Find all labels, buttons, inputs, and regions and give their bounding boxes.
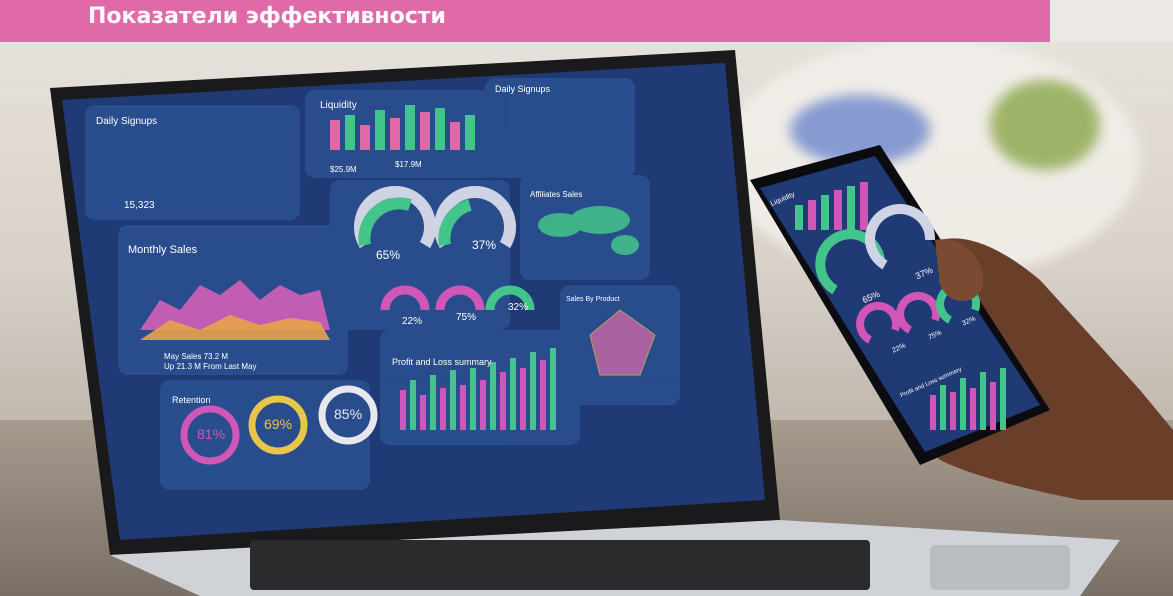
page-title: Показатели эффективности [88, 4, 446, 29]
header-right-panel [1050, 0, 1173, 42]
phone-and-hand [750, 145, 1173, 501]
photo-scene: Daily Signups 15,323 Liquidity $25.9M $1… [0, 0, 1173, 596]
